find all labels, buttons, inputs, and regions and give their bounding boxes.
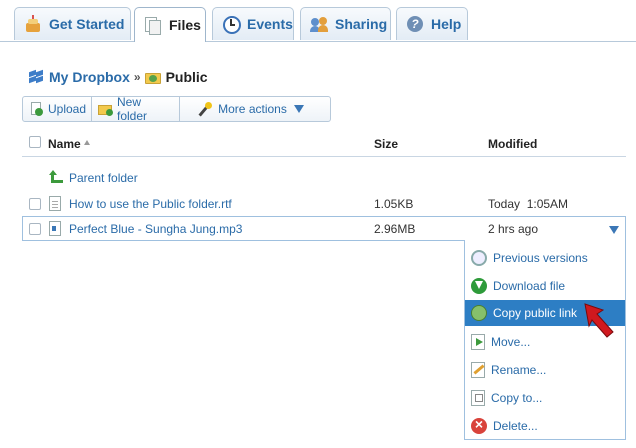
delete-icon	[471, 416, 487, 434]
cake-icon	[24, 15, 42, 33]
file-toolbar: Upload New folder More actions	[22, 95, 331, 123]
menu-item-label: Previous versions	[493, 251, 588, 265]
people-icon	[310, 15, 328, 33]
menu-item-label: Copy public link	[493, 306, 578, 320]
file-name-link[interactable]: How to use the Public folder.rtf	[69, 197, 232, 211]
more-actions-button[interactable]: More actions	[179, 96, 331, 122]
table-row[interactable]: How to use the Public folder.rtf 1.05KB …	[22, 191, 626, 216]
menu-item-label: Rename...	[491, 363, 547, 377]
tab-label: Sharing	[335, 16, 388, 32]
file-name-link[interactable]: Perfect Blue - Sungha Jung.mp3	[69, 222, 242, 236]
red-pointer-arrow-icon	[584, 303, 614, 338]
dropbox-logo-icon	[28, 69, 44, 85]
move-icon	[471, 334, 485, 350]
menu-item-delete[interactable]: Delete...	[465, 413, 625, 439]
parent-folder-row[interactable]: Parent folder	[22, 165, 626, 190]
menu-item-rename[interactable]: Rename...	[465, 357, 625, 383]
row-checkbox[interactable]	[29, 198, 41, 210]
file-list-header: Name Size Modified	[22, 131, 626, 157]
column-header-name[interactable]: Name	[48, 137, 81, 151]
link-icon	[471, 305, 487, 321]
menu-item-label: Delete...	[493, 419, 538, 433]
tab-help[interactable]: ? Help	[396, 7, 468, 40]
new-folder-button[interactable]: New folder	[91, 95, 180, 123]
menu-item-label: Download file	[493, 279, 566, 293]
more-actions-label: More actions	[218, 102, 287, 116]
tab-label: Events	[247, 16, 293, 32]
table-row-selected[interactable]: Perfect Blue - Sungha Jung.mp3 2.96MB 2 …	[22, 216, 626, 241]
file-modified: Today 1:05AM	[488, 197, 569, 211]
menu-item-label: Move...	[491, 335, 531, 349]
rename-icon	[471, 362, 485, 378]
column-header-modified[interactable]: Modified	[488, 137, 537, 151]
upload-label: Upload	[48, 102, 87, 116]
menu-item-copy-to[interactable]: Copy to...	[465, 385, 625, 411]
file-size: 1.05KB	[374, 197, 414, 211]
chevron-down-icon	[293, 105, 304, 113]
menu-item-previous-versions[interactable]: Previous versions	[465, 245, 625, 271]
new-folder-label: New folder	[117, 95, 148, 123]
tab-bar: Get Started Files Events Sharing ? Help	[0, 0, 636, 42]
breadcrumb-current: Public	[165, 69, 208, 85]
file-size: 2.96MB	[374, 222, 416, 236]
column-header-size[interactable]: Size	[374, 137, 398, 151]
files-icon	[144, 16, 162, 35]
tab-label: Get Started	[49, 16, 125, 32]
clock-icon	[222, 15, 241, 34]
public-folder-icon	[144, 71, 161, 84]
previous-versions-icon	[471, 250, 487, 266]
audio-file-icon	[49, 221, 61, 236]
breadcrumb: My Dropbox » Public	[28, 67, 208, 87]
sort-ascending-icon	[84, 140, 90, 145]
breadcrumb-separator: »	[133, 70, 141, 84]
new-folder-icon	[98, 102, 113, 116]
menu-item-label: Copy to...	[491, 391, 543, 405]
tab-sharing[interactable]: Sharing	[300, 7, 391, 40]
breadcrumb-root-link[interactable]: My Dropbox	[49, 69, 130, 85]
tab-files[interactable]: Files	[134, 7, 206, 42]
menu-item-download-file[interactable]: Download file	[465, 273, 625, 299]
upload-icon	[29, 102, 43, 116]
file-modified: 2 hrs ago	[488, 222, 539, 236]
parent-folder-link[interactable]: Parent folder	[69, 171, 138, 185]
tab-events[interactable]: Events	[212, 7, 294, 40]
row-checkbox[interactable]	[29, 223, 41, 235]
select-all-checkbox[interactable]	[29, 136, 41, 148]
row-actions-dropdown-icon[interactable]	[609, 226, 619, 234]
upload-button[interactable]: Upload	[22, 96, 92, 122]
tab-label: Files	[169, 17, 201, 33]
download-icon	[471, 278, 487, 294]
tab-label: Help	[431, 16, 462, 32]
file-actions-menu: Previous versions Download file Copy pub…	[464, 240, 626, 440]
copy-icon	[471, 390, 485, 406]
tab-get-started[interactable]: Get Started	[14, 7, 131, 40]
help-icon: ?	[406, 15, 424, 33]
document-icon	[49, 196, 61, 211]
magic-wand-icon	[198, 102, 213, 117]
parent-folder-arrow-icon	[48, 170, 64, 184]
